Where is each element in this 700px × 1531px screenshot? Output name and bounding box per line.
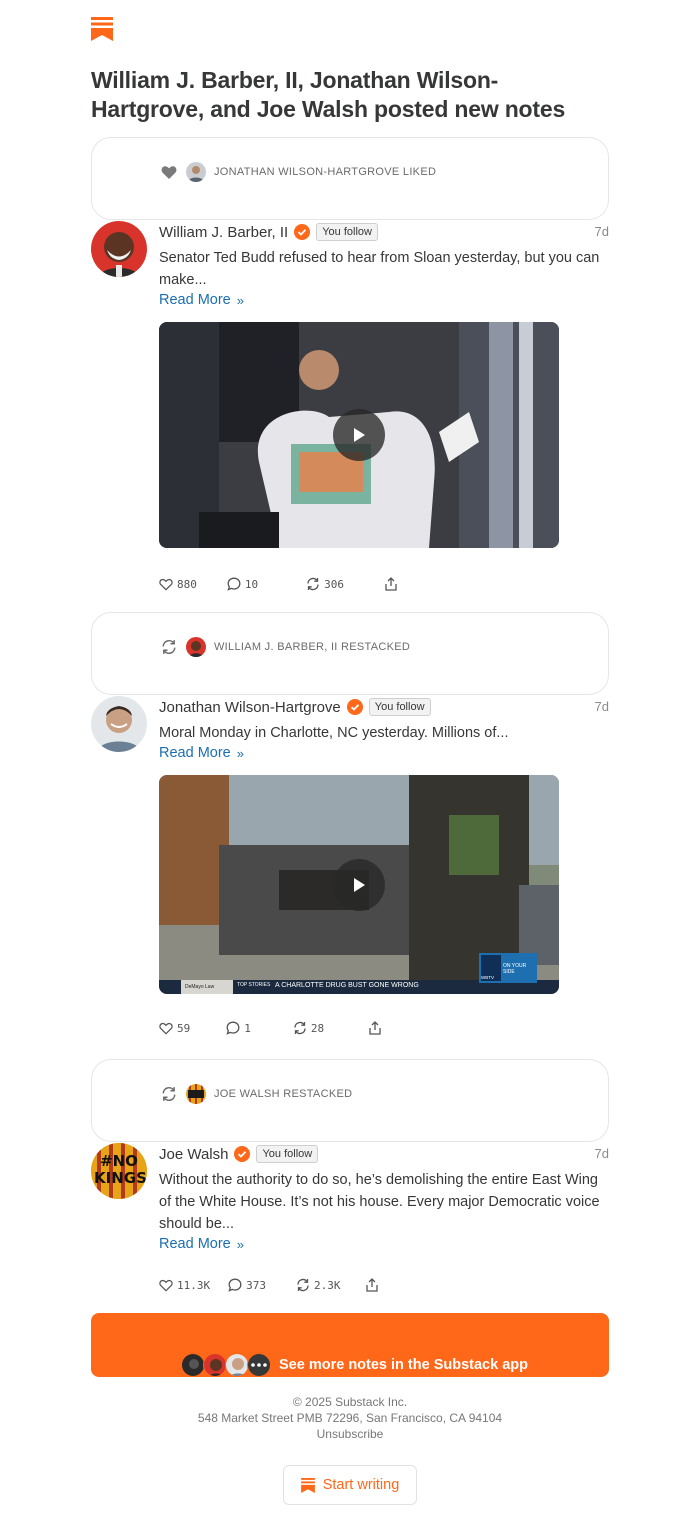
share-button[interactable] [365, 1278, 383, 1292]
avatar[interactable]: #NO KINGS [91, 1143, 147, 1199]
context-label: JONATHAN WILSON-HARTGROVE LIKED [214, 166, 437, 178]
heart-icon [159, 1279, 173, 1292]
like-count: 880 [177, 577, 197, 591]
comment-button[interactable]: 1 [226, 1021, 251, 1035]
play-icon [354, 877, 365, 892]
comment-icon [227, 577, 241, 591]
avatar[interactable] [91, 221, 147, 277]
author-name[interactable]: William J. Barber, II [159, 224, 288, 241]
note-text: Moral Monday in Charlotte, NC yesterday.… [159, 725, 509, 741]
double-chevron-right-icon: » [236, 1236, 244, 1252]
restack-icon [294, 1021, 306, 1035]
start-writing-label: Start writing [322, 1477, 400, 1493]
video-caption-channel: WBTV [481, 975, 494, 980]
share-icon [369, 1021, 381, 1035]
unsubscribe-link[interactable]: Unsubscribe [0, 1426, 700, 1442]
read-more-label: Read More [159, 1236, 231, 1252]
play-icon [354, 428, 365, 442]
context-label: WILLIAM J. BARBER, II RESTACKED [214, 641, 411, 653]
comment-button[interactable]: 10 [227, 577, 258, 591]
comment-count: 1 [244, 1021, 251, 1035]
heart-icon [159, 578, 173, 591]
start-writing-button[interactable]: Start writing [283, 1465, 417, 1505]
restack-button[interactable]: 28 [293, 1021, 324, 1035]
avatar [186, 637, 206, 657]
avatar [203, 1353, 227, 1377]
heart-icon [160, 163, 178, 181]
verified-badge-icon [294, 224, 311, 240]
open-app-banner[interactable]: See more notes in the Substack app [91, 1313, 609, 1377]
note-text: Senator Ted Budd refused to hear from Sl… [159, 250, 600, 288]
comment-count: 10 [244, 577, 259, 591]
follow-badge: You follow [256, 1145, 319, 1163]
restack-icon [307, 577, 319, 591]
verified-badge-icon [234, 1146, 251, 1162]
share-button[interactable] [384, 577, 402, 591]
play-button[interactable] [333, 858, 385, 911]
restack-icon [297, 1278, 309, 1292]
verified-badge-icon [346, 699, 363, 715]
address: 548 Market Street PMB 72296, San Francis… [197, 1411, 503, 1425]
note-text: Without the authority to do so, he’s dem… [159, 1172, 600, 1232]
note-context-card[interactable]: WILLIAM J. BARBER, II RESTACKED [91, 612, 609, 695]
video-caption-ticker: A CHARLOTTE DRUG BUST GONE WRONG [275, 982, 419, 989]
note-context-card[interactable]: JONATHAN WILSON-HARTGROVE LIKED [91, 137, 609, 220]
video-player[interactable] [159, 322, 559, 548]
substack-logo-icon [91, 17, 113, 41]
cta-label: See more notes in the Substack app [279, 1357, 528, 1373]
restack-icon [160, 638, 178, 656]
video-caption-tagline: ON YOUR SIDE [503, 963, 527, 975]
avatar [186, 1084, 206, 1104]
avatar [181, 1353, 205, 1377]
heart-icon [159, 1022, 173, 1035]
like-count: 59 [177, 1021, 191, 1035]
timestamp: 7d [594, 224, 609, 239]
follow-badge: You follow [316, 223, 378, 241]
share-icon [365, 1278, 378, 1292]
footer: © 2025 Substack Inc. 548 Market Street P… [0, 1394, 700, 1442]
avatar[interactable] [91, 696, 147, 752]
note-context-card[interactable]: JOE WALSH RESTACKED [91, 1059, 609, 1142]
like-button[interactable]: 880 [159, 578, 197, 591]
play-button[interactable] [333, 409, 385, 461]
share-icon [385, 577, 397, 591]
avatar-text: #NO KINGS [94, 1152, 147, 1187]
comment-icon [228, 1278, 242, 1292]
double-chevron-right-icon: » [236, 745, 244, 761]
double-chevron-right-icon: » [236, 292, 244, 308]
restack-icon [160, 1085, 178, 1103]
comment-button[interactable]: 373 [228, 1278, 266, 1292]
read-more-label: Read More [159, 292, 231, 308]
restack-button[interactable]: 2.3K [296, 1278, 341, 1292]
read-more-link[interactable]: Read More » [159, 745, 244, 761]
like-button[interactable]: 59 [159, 1022, 190, 1035]
copyright: © 2025 Substack Inc. [292, 1395, 408, 1409]
timestamp: 7d [594, 1146, 609, 1161]
like-count: 11.3K [177, 1278, 211, 1292]
author-name[interactable]: Jonathan Wilson-Hartgrove [159, 699, 341, 716]
comment-count: 373 [246, 1278, 266, 1292]
avatar [225, 1353, 249, 1377]
substack-logo-icon [300, 1477, 315, 1493]
restack-button[interactable]: 306 [306, 577, 344, 591]
video-caption-sponsor: DeMayo Law [185, 984, 215, 990]
video-player[interactable]: DeMayo Law TOP STORIES A CHARLOTTE DRUG … [159, 775, 559, 994]
like-button[interactable]: 11.3K [159, 1279, 210, 1292]
timestamp: 7d [594, 699, 609, 714]
video-caption-top: TOP STORIES [237, 982, 271, 988]
read-more-link[interactable]: Read More » [159, 292, 244, 308]
avatar [186, 162, 206, 182]
more-dots-icon [247, 1353, 271, 1377]
share-button[interactable] [368, 1021, 386, 1035]
restack-count: 28 [310, 1021, 325, 1035]
read-more-label: Read More [159, 745, 231, 761]
context-label: JOE WALSH RESTACKED [214, 1088, 353, 1100]
read-more-link[interactable]: Read More » [159, 1236, 244, 1252]
follow-badge: You follow [368, 698, 431, 716]
page-title: William J. Barber, II, Jonathan Wilson-H… [91, 67, 566, 122]
author-name[interactable]: Joe Walsh [159, 1146, 228, 1163]
comment-icon [226, 1021, 240, 1035]
restack-count: 2.3K [314, 1278, 341, 1292]
restack-count: 306 [324, 577, 344, 591]
